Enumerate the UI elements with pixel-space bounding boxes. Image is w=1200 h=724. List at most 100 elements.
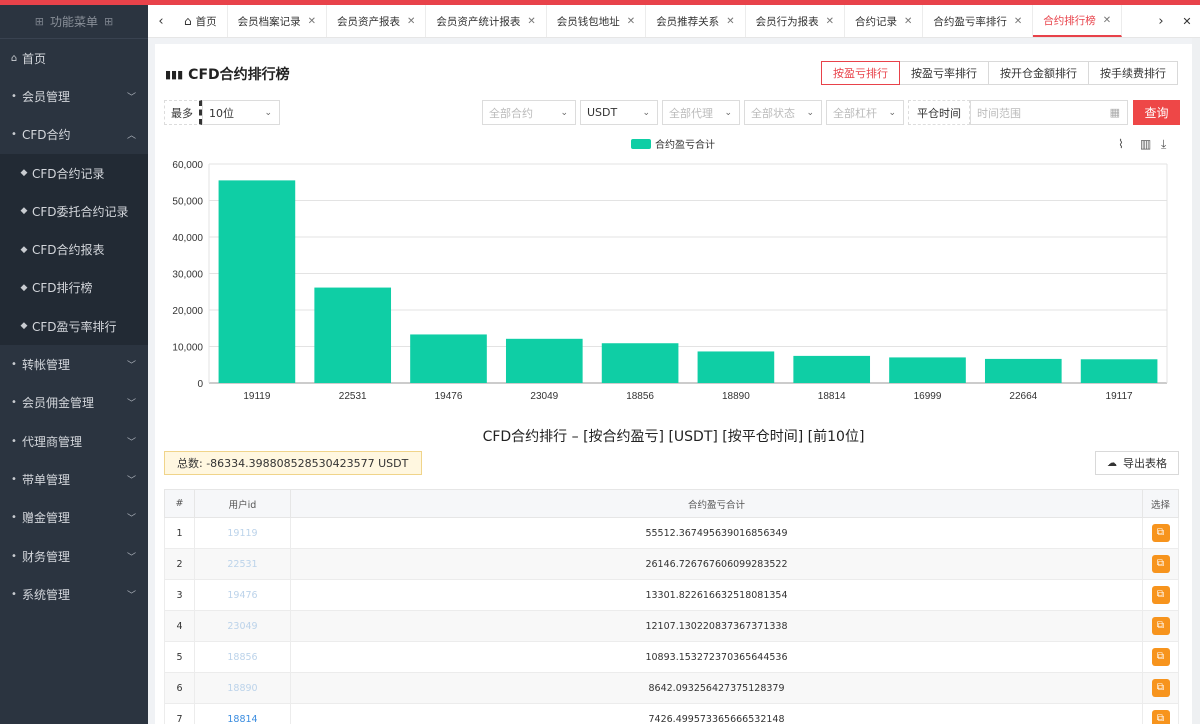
- sidebar-item-label: 代理商管理: [22, 434, 83, 449]
- tab-9[interactable]: 合约排行榜 ✕: [1033, 5, 1123, 37]
- tab-3[interactable]: 会员资产统计报表 ✕: [426, 5, 547, 37]
- contract-select[interactable]: 全部合约 ⌄: [482, 100, 576, 125]
- sidebar-item-5[interactable]: ◆ CFD合约报表: [0, 230, 148, 269]
- status-select[interactable]: 全部状态 ⌄: [744, 100, 822, 125]
- select-action-icon[interactable]: ⧉: [1151, 710, 1170, 724]
- sidebar-item-3[interactable]: ◆ CFD合约记录: [0, 153, 148, 193]
- sidebar-item-label: CFD委托合约记录: [32, 204, 129, 219]
- select-action-icon[interactable]: ⧉: [1151, 586, 1170, 604]
- sidebar-item-2[interactable]: • CFD合约 ︿: [0, 116, 148, 154]
- tab-6[interactable]: 会员行为报表 ✕: [746, 5, 845, 37]
- col-header-value[interactable]: 合约盈亏合计: [290, 489, 1143, 518]
- sidebar-item-label: 会员佣金管理: [22, 396, 95, 411]
- sidebar-item-11[interactable]: • 带单管理 ﹀: [0, 460, 148, 498]
- bar[interactable]: [314, 287, 392, 383]
- sort-button-0[interactable]: 按盈亏排行: [821, 61, 900, 85]
- export-table-button[interactable]: ☁ 导出表格: [1095, 451, 1179, 475]
- sidebar-item-0[interactable]: ⌂ 首页: [0, 39, 148, 77]
- close-tab-icon[interactable]: ✕: [826, 16, 834, 27]
- page-scrollbar[interactable]: [1192, 38, 1200, 724]
- table-row[interactable]: 4 23049 12107.130220837367371338 ⧉: [164, 610, 1179, 642]
- chart-legend[interactable]: 合约盈亏合计: [631, 136, 715, 151]
- y-tick-label: 40,000: [172, 233, 203, 244]
- select-action-icon[interactable]: ⧉: [1151, 555, 1170, 573]
- bar[interactable]: [601, 343, 679, 383]
- query-button[interactable]: 查询: [1133, 100, 1180, 125]
- sidebar-item-10[interactable]: • 代理商管理 ﹀: [0, 422, 148, 460]
- leverage-select[interactable]: 全部杠杆 ⌄: [826, 100, 904, 125]
- close-tab-icon[interactable]: ✕: [407, 16, 415, 27]
- sidebar-item-13[interactable]: • 财务管理 ﹀: [0, 537, 148, 575]
- agent-select[interactable]: 全部代理 ⌄: [662, 100, 740, 125]
- bar-chart: 0 10,000 20,000 30,000 40,000 50,000 60,000 191…: [172, 160, 1168, 402]
- uid-cell[interactable]: 18856: [194, 641, 291, 673]
- download-icon[interactable]: ⤓: [1161, 137, 1166, 152]
- bar-chart-toggle-icon[interactable]: ▥: [1140, 137, 1151, 151]
- bar[interactable]: [793, 355, 871, 383]
- table-row[interactable]: 3 19476 13301.822616632518081354 ⧉: [164, 579, 1179, 611]
- uid-cell[interactable]: 19119: [194, 517, 291, 549]
- sidebar-item-12[interactable]: • 赠金管理 ﹀: [0, 499, 148, 537]
- tab-8[interactable]: 合约盈亏率排行 ✕: [923, 5, 1034, 37]
- bar[interactable]: [218, 180, 296, 383]
- close-tab-icon[interactable]: ✕: [308, 16, 316, 27]
- table-row[interactable]: 7 18814 7426.499573365666532148 ⧉: [164, 703, 1179, 724]
- tab-4[interactable]: 会员钱包地址 ✕: [547, 5, 647, 37]
- sidebar-item-8[interactable]: • 转帐管理 ﹀: [0, 345, 148, 383]
- bar[interactable]: [410, 334, 487, 383]
- col-header-uid[interactable]: 用户id: [194, 489, 291, 518]
- tabs-scroll-right-icon[interactable]: ›: [1148, 5, 1174, 37]
- limit-select[interactable]: 10位 ⌄: [202, 100, 280, 125]
- sort-button-3[interactable]: 按手续费排行: [1088, 61, 1178, 85]
- close-tab-icon[interactable]: ✕: [904, 16, 912, 27]
- select-action-icon[interactable]: ⧉: [1151, 524, 1170, 542]
- chevron-down-icon: ﹀: [126, 552, 136, 563]
- sidebar-item-9[interactable]: • 会员佣金管理 ﹀: [0, 384, 148, 422]
- close-tab-icon[interactable]: ✕: [627, 16, 635, 27]
- sidebar-item-1[interactable]: • 会员管理 ﹀: [0, 77, 148, 115]
- uid-cell[interactable]: 18890: [194, 672, 291, 704]
- sidebar-header[interactable]: ⊞ 功能菜单 ⊞: [0, 5, 148, 39]
- sort-button-2[interactable]: 按开仓金额排行: [988, 61, 1089, 85]
- close-tab-icon[interactable]: ✕: [527, 16, 535, 27]
- bar[interactable]: [984, 358, 1062, 383]
- sidebar-item-14[interactable]: • 系统管理 ﹀: [0, 575, 148, 613]
- tab-1[interactable]: 会员档案记录 ✕: [228, 5, 328, 37]
- chevron-down-icon: ﹀: [126, 437, 136, 448]
- uid-cell[interactable]: 22531: [194, 548, 291, 580]
- close-tab-icon[interactable]: ✕: [726, 16, 734, 27]
- tab-5[interactable]: 会员推荐关系 ✕: [646, 5, 746, 37]
- close-tab-icon[interactable]: ✕: [1014, 16, 1022, 27]
- home-icon: ⌂: [10, 52, 18, 64]
- table-row[interactable]: 6 18890 8642.093256427375128379 ⧉: [164, 672, 1179, 704]
- tabs-scroll-left-icon[interactable]: ‹: [148, 5, 174, 37]
- dot-icon: •: [11, 473, 17, 485]
- bar[interactable]: [505, 338, 583, 383]
- select-action-icon[interactable]: ⧉: [1151, 648, 1170, 666]
- sidebar-item-4[interactable]: ◆ CFD委托合约记录: [0, 192, 148, 231]
- uid-cell[interactable]: 19476: [194, 579, 291, 611]
- currency-select[interactable]: USDT ⌄: [580, 100, 658, 125]
- sort-button-1[interactable]: 按盈亏率排行: [899, 61, 989, 85]
- tab-7[interactable]: 合约记录 ✕: [845, 5, 924, 37]
- uid-cell[interactable]: 23049: [194, 610, 291, 642]
- table-row[interactable]: 2 22531 26146.726767606099283522 ⧉: [164, 548, 1179, 580]
- select-action-icon[interactable]: ⧉: [1151, 679, 1170, 697]
- sidebar-item-label: CFD合约报表: [32, 243, 105, 258]
- tab-0[interactable]: ⌂ 首页: [174, 5, 228, 37]
- bar[interactable]: [889, 357, 966, 383]
- close-all-tabs-icon[interactable]: ✕: [1174, 5, 1200, 37]
- table-row[interactable]: 5 18856 10893.153272370365644536 ⧉: [164, 641, 1179, 673]
- tab-2[interactable]: 会员资产报表 ✕: [327, 5, 427, 37]
- uid-cell[interactable]: 18814: [194, 703, 291, 724]
- select-action-icon[interactable]: ⧉: [1151, 617, 1170, 635]
- sidebar-item-7[interactable]: ◆ CFD盈亏率排行: [0, 307, 148, 346]
- close-tab-icon[interactable]: ✕: [1103, 15, 1111, 26]
- sidebar-item-6[interactable]: ◆ CFD排行榜: [0, 268, 148, 308]
- chevron-down-icon: ⌄: [724, 107, 732, 118]
- bar[interactable]: [697, 351, 775, 383]
- bar[interactable]: [1080, 359, 1158, 383]
- table-row[interactable]: 1 19119 55512.367495639016856349 ⧉: [164, 517, 1179, 549]
- line-chart-toggle-icon[interactable]: ⌇: [1118, 137, 1124, 151]
- time-range-input[interactable]: 时间范围 ▦: [970, 100, 1128, 125]
